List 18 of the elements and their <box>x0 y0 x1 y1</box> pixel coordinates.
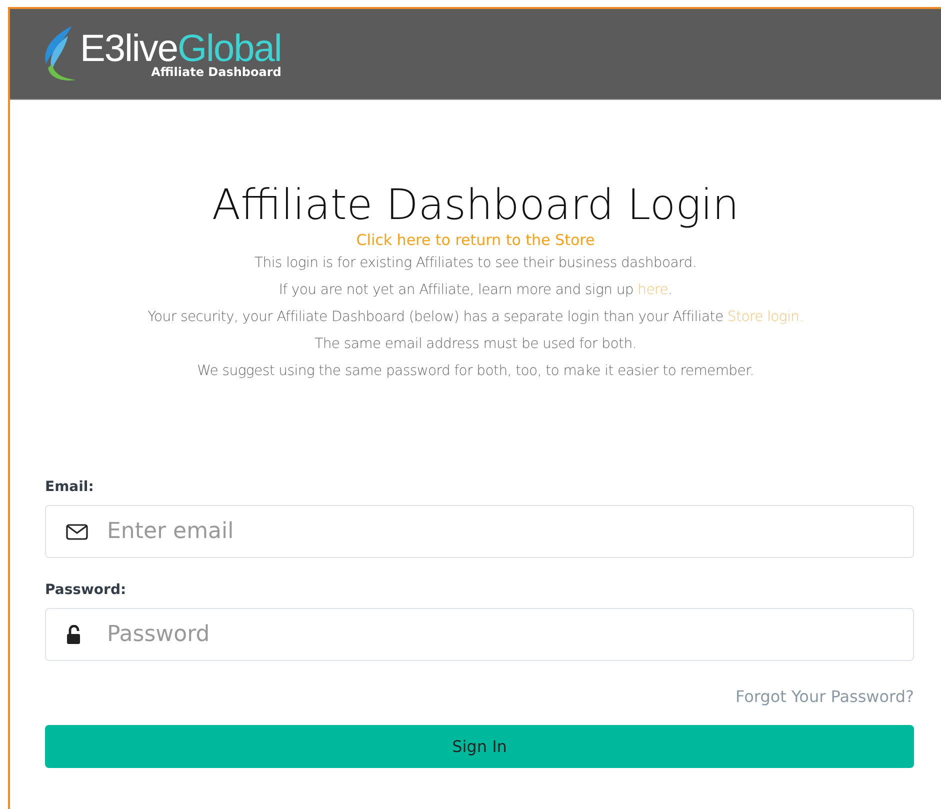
field-label: Email: <box>45 479 95 495</box>
logo-subtitle: Affiliate Dashboard <box>151 65 282 79</box>
email-field[interactable]: Enter email <box>45 505 914 558</box>
password-field[interactable]: Password <box>45 608 914 661</box>
info-text: Your security, your Affiliate Dashboard (below) has a separate login than your Affiliate Store login. <box>148 308 804 327</box>
info-text: The same email address must be used for both. <box>314 335 636 354</box>
unlocked-padlock-icon <box>66 624 82 644</box>
text-link[interactable]: Store login. <box>727 309 804 325</box>
forgot-password-link[interactable]: Forgot Your Password? <box>736 687 914 706</box>
return-to-store-link[interactable]: Click here to return to the Store <box>356 230 595 250</box>
field-label: Password: <box>45 582 128 598</box>
info-text: We suggest using the same password for both, too, to make it easier to remember. <box>197 362 754 381</box>
info-text: This login is for existing Affiliates to see their business dashboard. <box>254 254 696 273</box>
page-title: Affiliate Dashboard Login <box>212 180 740 230</box>
info-text: If you are not yet an Affiliate, learn more and sign up here. <box>278 281 672 300</box>
sign-in-button[interactable]: Sign In <box>45 725 914 768</box>
text-link[interactable]: here <box>638 282 668 298</box>
envelope-icon <box>66 524 88 540</box>
